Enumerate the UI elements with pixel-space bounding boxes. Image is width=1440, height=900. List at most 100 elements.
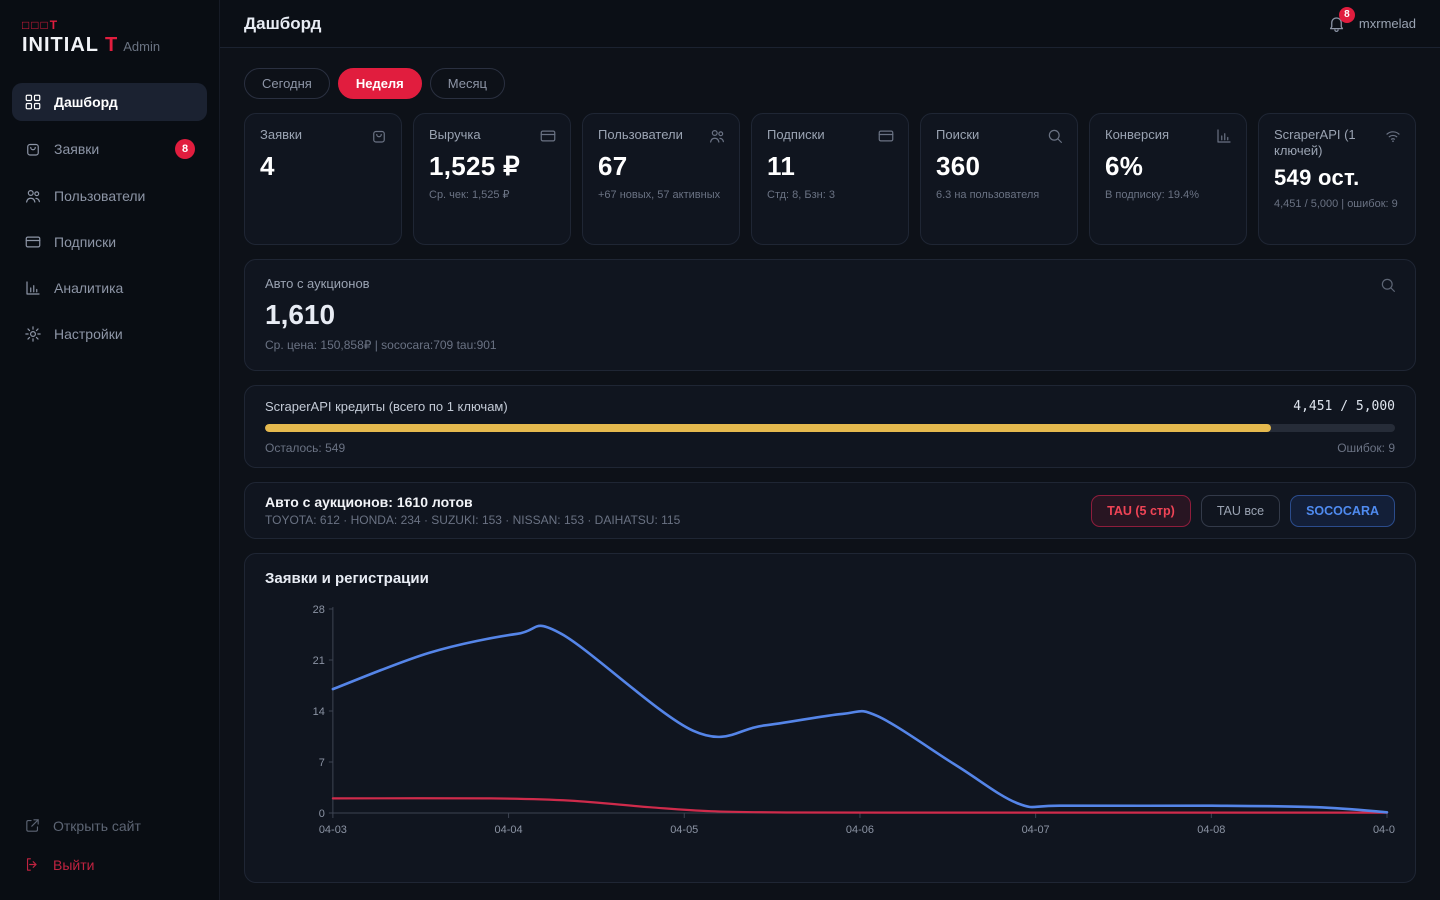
x-tick-label: 04-05 bbox=[670, 824, 698, 836]
notification-badge: 8 bbox=[1339, 7, 1355, 23]
lots-title: Авто с аукционов: 1610 лотов bbox=[265, 494, 680, 510]
stat-card-5: Конверсия6%В подписку: 19.4% bbox=[1089, 113, 1247, 245]
stat-sub: Стд: 8, Бзн: 3 bbox=[767, 188, 893, 203]
chart-icon bbox=[1215, 127, 1233, 145]
scraperapi-credits-card: ScraperAPI кредиты (всего по 1 ключам) 4… bbox=[244, 385, 1416, 468]
sidebar-footer-item-0[interactable]: Открыть сайт bbox=[12, 809, 207, 842]
stat-label: Заявки bbox=[260, 127, 386, 143]
stat-label: Поиски bbox=[936, 127, 1062, 143]
card-icon bbox=[877, 127, 895, 145]
stat-sub: 4,451 / 5,000 | ошибок: 9 bbox=[1274, 197, 1400, 212]
external-link-icon bbox=[24, 817, 41, 834]
search-icon[interactable] bbox=[1379, 276, 1397, 299]
stat-card-1: Выручка 1,525 ₽ Ср. чек: 1,525 ₽ bbox=[413, 113, 571, 245]
content: Сегодня Неделя Месяц Заявки 4 Выручка 1,525 ₽… bbox=[220, 48, 1440, 900]
header-right: 8 mxrmelad bbox=[1327, 14, 1416, 34]
chart-series-blue-line bbox=[333, 626, 1387, 812]
sidebar-item-4[interactable]: Аналитика bbox=[12, 269, 207, 307]
stat-value: 1,525 ₽ bbox=[429, 151, 555, 182]
stat-card-3: Подписки 11 Стд: 8, Бзн: 3 bbox=[751, 113, 909, 245]
stat-card-0: Заявки 4 bbox=[244, 113, 402, 245]
logo-title: INITIAL bbox=[22, 34, 99, 57]
sidebar-footer: Открыть сайт Выйти bbox=[0, 809, 219, 900]
sidebar-item-1[interactable]: Заявки 8 bbox=[12, 129, 207, 169]
stat-sub: 6.3 на пользователя bbox=[936, 188, 1062, 203]
line-chart: 0714212804-0304-0404-0504-0604-0704-0804… bbox=[265, 595, 1395, 857]
y-tick-label: 28 bbox=[313, 604, 325, 616]
card-icon bbox=[539, 127, 557, 145]
chart-title: Заявки и регистрации bbox=[265, 570, 1395, 587]
top-header: Дашборд 8 mxrmelad bbox=[220, 0, 1440, 48]
stat-value: 11 bbox=[767, 151, 893, 182]
main-area: Дашборд 8 mxrmelad Сегодня Неделя Месяц За… bbox=[220, 0, 1440, 900]
y-tick-label: 21 bbox=[313, 655, 325, 667]
y-tick-label: 7 bbox=[319, 757, 325, 769]
x-tick-label: 04-09 bbox=[1373, 824, 1395, 836]
stat-sub: В подписку: 19.4% bbox=[1105, 188, 1231, 203]
sidebar-item-2[interactable]: Пользователи bbox=[12, 177, 207, 215]
stat-value: 549 ост. bbox=[1274, 165, 1400, 191]
logo-t: T bbox=[105, 34, 117, 57]
wifi-icon bbox=[1384, 127, 1402, 145]
x-tick-label: 04-08 bbox=[1197, 824, 1225, 836]
lots-button-group: TAU (5 стр) TAU все SOCOCARA bbox=[1091, 495, 1395, 527]
users-icon bbox=[24, 187, 42, 205]
stat-card-2: Пользователи67+67 новых, 57 активных bbox=[582, 113, 740, 245]
auction-lots-card: Авто с аукционов: 1610 лотов TOYOTA: 612… bbox=[244, 482, 1416, 539]
lots-button-tau-все[interactable]: TAU все bbox=[1201, 495, 1280, 527]
notifications-button[interactable]: 8 bbox=[1327, 14, 1347, 34]
sidebar-item-5[interactable]: Настройки bbox=[12, 315, 207, 353]
lots-button-sococara[interactable]: SOCOCARA bbox=[1290, 495, 1395, 527]
time-filter-group: Сегодня Неделя Месяц bbox=[244, 68, 1416, 99]
sidebar-badge: 8 bbox=[175, 139, 195, 159]
credits-errors: Ошибок: 9 bbox=[1337, 441, 1395, 455]
stat-label: Подписки bbox=[767, 127, 893, 143]
auction-summary-card: Авто с аукционов 1,610 Ср. цена: 150,858… bbox=[244, 259, 1416, 371]
logo-row: INITIAL T Admin bbox=[22, 34, 197, 57]
stat-sub: Ср. чек: 1,525 ₽ bbox=[429, 188, 555, 203]
users-icon bbox=[708, 127, 726, 145]
stat-value: 67 bbox=[598, 151, 724, 182]
chart-icon bbox=[24, 279, 42, 297]
grid-icon bbox=[24, 93, 42, 111]
credits-progress-fill bbox=[265, 424, 1271, 432]
stat-card-4: Поиски 360 6.3 на пользователя bbox=[920, 113, 1078, 245]
username: mxrmelad bbox=[1359, 16, 1416, 31]
sidebar: □□□Т INITIAL T Admin Дашборд Заявки 8 Польз… bbox=[0, 0, 220, 900]
filter-pill-2[interactable]: Месяц bbox=[430, 68, 505, 99]
stat-label: Пользователи bbox=[598, 127, 724, 143]
sidebar-footer-item-1[interactable]: Выйти bbox=[12, 848, 207, 881]
filter-pill-1[interactable]: Неделя bbox=[338, 68, 422, 99]
sidebar-item-0[interactable]: Дашборд bbox=[12, 83, 207, 121]
stat-card-6: ScraperAPI (1 ключей)549 ост.4,451 / 5,0… bbox=[1258, 113, 1416, 245]
bag-icon bbox=[24, 140, 42, 158]
app-root: □□□Т INITIAL T Admin Дашборд Заявки 8 Польз… bbox=[0, 0, 1440, 900]
lots-breakdown: TOYOTA: 612 · HONDA: 234 · SUZUKI: 153 ·… bbox=[265, 513, 680, 527]
stat-cards-row: Заявки 4 Выручка 1,525 ₽ Ср. чек: 1,525 ₽ Пол… bbox=[244, 113, 1416, 245]
stat-value: 360 bbox=[936, 151, 1062, 182]
filter-pill-0[interactable]: Сегодня bbox=[244, 68, 330, 99]
auction-card-label: Авто с аукционов bbox=[265, 276, 1395, 291]
sidebar-item-3[interactable]: Подписки bbox=[12, 223, 207, 261]
search-icon bbox=[1379, 276, 1397, 294]
x-tick-label: 04-07 bbox=[1022, 824, 1050, 836]
search-icon bbox=[1046, 127, 1064, 145]
lots-text-block: Авто с аукционов: 1610 лотов TOYOTA: 612… bbox=[265, 494, 680, 527]
card-icon bbox=[24, 233, 42, 251]
sidebar-item-label: Подписки bbox=[54, 234, 116, 250]
stat-label: Выручка bbox=[429, 127, 555, 143]
x-tick-label: 04-03 bbox=[319, 824, 347, 836]
sidebar-item-label: Настройки bbox=[54, 326, 123, 342]
sidebar-footer-label: Выйти bbox=[53, 857, 94, 873]
logo: □□□Т INITIAL T Admin bbox=[0, 0, 219, 83]
credits-remaining: Осталось: 549 bbox=[265, 441, 345, 455]
stat-value: 6% bbox=[1105, 151, 1231, 182]
chart-card: Заявки и регистрации 0714212804-0304-040… bbox=[244, 553, 1416, 883]
lots-button-tau-5-стр-[interactable]: TAU (5 стр) bbox=[1091, 495, 1191, 527]
credits-ratio: 4,451 / 5,000 bbox=[1293, 399, 1395, 414]
gear-icon bbox=[24, 325, 42, 343]
stat-value: 4 bbox=[260, 151, 386, 182]
x-tick-label: 04-04 bbox=[495, 824, 523, 836]
sidebar-item-label: Заявки bbox=[54, 141, 99, 157]
sidebar-item-label: Пользователи bbox=[54, 188, 145, 204]
